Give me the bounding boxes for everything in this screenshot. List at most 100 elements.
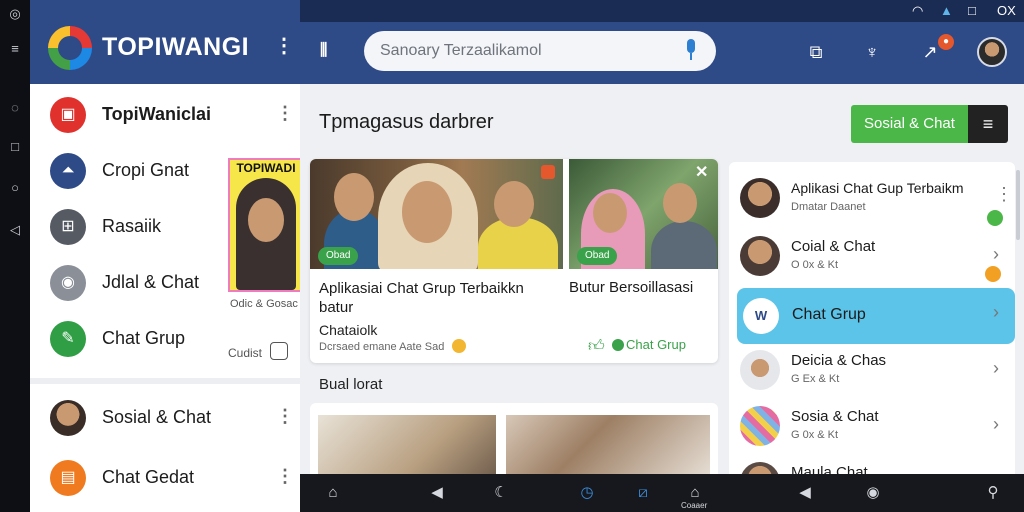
cart-icon: ⊞ bbox=[50, 209, 86, 245]
avatar bbox=[50, 400, 86, 436]
close-icon[interactable]: ✕ bbox=[695, 162, 708, 182]
chat-icon bbox=[612, 339, 624, 351]
search-bar[interactable]: Sanoary Terzaalikamol bbox=[364, 31, 716, 71]
edit-icon[interactable]: ⧄ bbox=[632, 482, 654, 504]
post-tag[interactable]: Chat Grup bbox=[626, 337, 686, 352]
whatsapp-icon[interactable]: ◎ bbox=[7, 6, 23, 22]
list-item[interactable]: Deicia & Chas G Ex & Kt › bbox=[729, 342, 1015, 398]
chevron-right-icon: › bbox=[993, 414, 999, 434]
drawer-item-label: Jdlal & Chat bbox=[102, 272, 200, 292]
chat-group-icon: W bbox=[743, 298, 779, 334]
location-icon[interactable]: ⚲ bbox=[982, 482, 1004, 504]
camera-icon[interactable]: ◉ bbox=[862, 482, 884, 504]
post-heading-right: Butur Bersoillasasi bbox=[569, 279, 694, 296]
speaker-icon[interactable]: ◀ bbox=[426, 482, 448, 504]
like-icon[interactable]: 👍︎ bbox=[588, 337, 605, 356]
share-icon[interactable] bbox=[270, 342, 288, 360]
wifi-icon: ◠ bbox=[912, 3, 924, 18]
list-item-subtitle: G 0x & Kt bbox=[791, 429, 839, 441]
app-name: TOPIWANGI bbox=[102, 33, 250, 61]
menu-button[interactable]: ≡ bbox=[968, 105, 1008, 143]
brand-logo bbox=[48, 26, 92, 70]
drawer-item-label: Cropi Gnat bbox=[102, 160, 190, 180]
divider bbox=[30, 378, 300, 384]
list-item-title: Chat Grup bbox=[792, 306, 866, 323]
photo-thumb[interactable] bbox=[506, 415, 710, 483]
list-item-title: Coial & Chat bbox=[791, 238, 876, 255]
home-circle-icon[interactable]: ○ bbox=[7, 180, 23, 196]
nav-label: Coaaer bbox=[681, 501, 708, 510]
navigation-drawer: TOPIWANGI ⋮ ▣ TopiWaniclai ⋮ ⏶ Cropi Gna… bbox=[30, 0, 300, 512]
stop-icon: ▣ bbox=[50, 97, 86, 133]
chevron-right-icon: › bbox=[993, 302, 999, 322]
chat-list: Aplikasi Chat Gup Terbaikm Dmatar Daanet… bbox=[729, 162, 1015, 482]
power-icon[interactable]: ◌ bbox=[7, 100, 23, 116]
card-title: TOPIWADI bbox=[236, 161, 296, 175]
drawer-header: TOPIWANGI ⋮ bbox=[30, 0, 300, 84]
drawer-item-sosial-chat[interactable]: Sosial & Chat ⋮ bbox=[30, 390, 300, 446]
list-item-title: Aplikasi Chat Gup Terbaikm bbox=[791, 180, 964, 196]
photo-thumb[interactable] bbox=[318, 415, 496, 483]
square-icon[interactable]: □ bbox=[7, 139, 23, 155]
sosial-chat-button[interactable]: Sosial & Chat bbox=[851, 105, 968, 143]
avatar bbox=[740, 178, 780, 218]
profile-photo bbox=[236, 178, 296, 290]
list-item-active[interactable]: W Chat Grup › bbox=[737, 288, 1015, 344]
drawer-item-label: Rasaiik bbox=[102, 216, 162, 236]
profile-card[interactable]: TOPIWADI bbox=[228, 158, 300, 292]
record-icon bbox=[541, 165, 555, 179]
location-icon: ◉ bbox=[50, 265, 86, 301]
speaker-icon[interactable]: ◀ bbox=[794, 482, 816, 504]
list-item[interactable]: Aplikasi Chat Gup Terbaikm Dmatar Daanet… bbox=[729, 170, 1015, 226]
chat-icon: ▤ bbox=[50, 460, 86, 496]
badge: Obad bbox=[577, 247, 618, 265]
cast-icon[interactable]: ⧉ bbox=[804, 40, 828, 64]
drawer-item-label: TopiWaniclai bbox=[102, 104, 212, 124]
tent-icon: ⏶ bbox=[50, 153, 86, 189]
scrollbar[interactable] bbox=[1016, 170, 1020, 240]
user-avatar[interactable] bbox=[977, 37, 1007, 67]
more-icon[interactable]: ⋮ bbox=[276, 466, 294, 487]
mic-icon[interactable] bbox=[684, 39, 698, 61]
more-icon[interactable]: ⋮ bbox=[274, 36, 294, 56]
menu-icon[interactable]: ≡ bbox=[7, 41, 23, 57]
post-meta: Dcrsaed emane Aate Sad bbox=[319, 341, 445, 353]
grid-icon[interactable]: ⫼ bbox=[320, 42, 342, 60]
avatar bbox=[740, 350, 780, 390]
drawer-item-label: Chat Gedat bbox=[102, 467, 195, 487]
drawer-item-topiwaniclai[interactable]: ▣ TopiWaniclai ⋮ bbox=[30, 87, 300, 143]
microphone-icon[interactable]: ♆ bbox=[860, 40, 884, 64]
list-item-subtitle: G Ex & Kt bbox=[791, 373, 840, 385]
chevron-right-icon: › bbox=[993, 358, 999, 378]
edit-icon: ✎ bbox=[50, 321, 86, 357]
status-dot bbox=[985, 266, 1001, 282]
clock-icon[interactable]: ◷ bbox=[576, 482, 598, 504]
side-label: Cudist bbox=[228, 346, 263, 360]
more-icon[interactable]: ⋮ bbox=[276, 103, 294, 124]
section-label: Bual lorat bbox=[319, 376, 383, 393]
status-dot bbox=[987, 210, 1003, 226]
post-card[interactable]: Obad Obad ✕ Aplikasiai Chat Grup Terbaik… bbox=[310, 159, 718, 363]
back-icon[interactable]: ◁ bbox=[7, 222, 23, 238]
list-item[interactable]: Coial & Chat O 0x & Kt › bbox=[729, 228, 1015, 284]
group-photo: Obad bbox=[310, 159, 563, 269]
home-icon[interactable]: ⌂ bbox=[322, 482, 344, 504]
more-icon[interactable]: ⋮ bbox=[276, 406, 294, 427]
badge: Obad bbox=[318, 247, 359, 265]
emoji-icon bbox=[452, 339, 466, 353]
list-item[interactable]: Sosia & Chat G 0x & Kt › bbox=[729, 398, 1015, 454]
square-icon: □ bbox=[968, 3, 976, 18]
moon-icon[interactable]: ☾ bbox=[490, 482, 512, 504]
search-placeholder: Sanoary Terzaalikamol bbox=[380, 42, 542, 59]
photo-row bbox=[310, 403, 718, 483]
more-icon[interactable]: ⋮ bbox=[995, 184, 1013, 205]
list-item-subtitle: O 0x & Kt bbox=[791, 259, 839, 271]
chevron-right-icon: › bbox=[993, 244, 999, 264]
page-title: Tpmagasus darbrer bbox=[319, 111, 494, 133]
post-subheading: Chataiolk bbox=[319, 322, 378, 338]
notification-badge: ● bbox=[938, 34, 954, 50]
system-rail: ◎ ≡ ◌ □ ○ ◁ bbox=[0, 0, 30, 512]
drawer-item-label: Chat Grup bbox=[102, 328, 186, 348]
drawer-item-chat-gedat[interactable]: ▤ Chat Gedat ⋮ bbox=[30, 450, 300, 506]
list-item-subtitle: Dmatar Daanet bbox=[791, 201, 866, 213]
